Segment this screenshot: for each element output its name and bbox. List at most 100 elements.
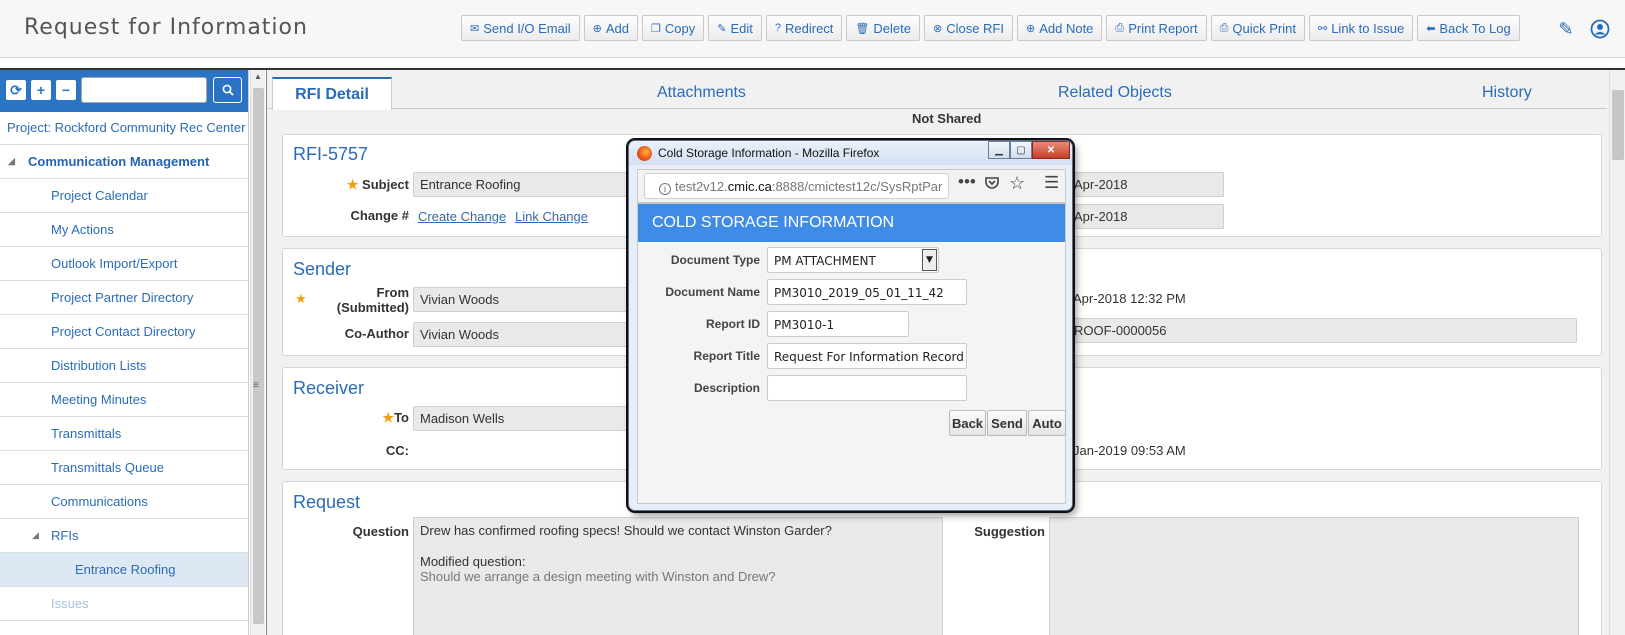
link-change-link[interactable]: Link Change: [515, 209, 588, 224]
create-change-link[interactable]: Create Change: [418, 209, 506, 224]
expand-all-icon[interactable]: +: [31, 80, 51, 100]
sidebar-item-transmittals[interactable]: Transmittals: [0, 417, 248, 451]
popup-titlebar[interactable]: Cold Storage Information - Mozilla Firef…: [629, 141, 1072, 165]
toolbar-button-label: Print Report: [1128, 20, 1198, 36]
tab-related-objects[interactable]: Related Objects: [1058, 77, 1172, 109]
sidebar-item-label: Distribution Lists: [51, 358, 147, 373]
to-label: ★To: [382, 410, 409, 425]
maximize-icon[interactable]: ▢: [1010, 141, 1032, 159]
sidebar-item-my-actions[interactable]: My Actions: [0, 213, 248, 247]
doc-name-field[interactable]: PM3010_2019_05_01_11_42: [767, 279, 967, 305]
main-scrollbar[interactable]: [1609, 70, 1625, 635]
toolbar-button-back-to-log[interactable]: ⬅ Back To Log: [1417, 15, 1520, 41]
toolbar-button-edit[interactable]: ✎ Edit: [708, 15, 762, 41]
coauthor-field[interactable]: Vivian Woods: [413, 322, 633, 347]
info-icon[interactable]: i: [659, 183, 671, 195]
toolbar-button-quick-print[interactable]: ⎙ Quick Print: [1210, 15, 1305, 41]
doc-type-select[interactable]: PM ATTACHMENT ▼: [767, 247, 939, 273]
sidebar-item-meeting-minutes[interactable]: Meeting Minutes: [0, 383, 248, 417]
sidebar-item-rfis[interactable]: ◢ RFIs: [0, 519, 248, 553]
sidebar-scrollbar[interactable]: ▲ ≡: [250, 70, 265, 635]
sidebar-scroll-thumb[interactable]: [253, 88, 264, 624]
toolbar-button-redirect[interactable]: ? Redirect: [765, 15, 843, 41]
toolbar-button-add-note[interactable]: ⊕ Add Note: [1016, 15, 1103, 41]
sidebar-item-outlook-import-export[interactable]: Outlook Import/Export: [0, 247, 248, 281]
description-field[interactable]: [767, 375, 967, 401]
tab-attachments[interactable]: Attachments: [657, 77, 746, 109]
bookmark-star-icon[interactable]: ☆: [1009, 173, 1025, 194]
sidebar-item-project-calendar[interactable]: Project Calendar: [0, 179, 248, 213]
sidebar-item-issues[interactable]: Issues: [0, 587, 248, 621]
sidebar-project[interactable]: Project: Rockford Community Rec Center: [0, 112, 248, 145]
toolbar-button-label: Add Note: [1039, 20, 1094, 36]
suggestion-field[interactable]: [1049, 517, 1579, 635]
toolbar-button-label: Edit: [730, 20, 753, 36]
toolbar-button-label: Copy: [664, 20, 696, 36]
close-icon[interactable]: ✕: [1032, 141, 1070, 159]
sidebar-item-communication-management[interactable]: ◢ Communication Management: [0, 145, 248, 179]
url-field[interactable]: i test2v12.cmic.ca:8888/cmictest12c/SysR…: [644, 173, 949, 199]
report-id-field[interactable]: PM3010-1: [767, 311, 909, 337]
auto-button[interactable]: Auto: [1028, 410, 1066, 436]
toolbar-button-label: Add: [605, 20, 630, 36]
tab-history[interactable]: History: [1482, 77, 1532, 109]
back-button[interactable]: Back: [949, 410, 986, 436]
question-field[interactable]: Drew has confirmed roofing specs! Should…: [413, 517, 943, 635]
pocket-icon[interactable]: [984, 175, 1000, 195]
minimize-icon[interactable]: ▁: [988, 141, 1010, 159]
envelope-icon: ✉: [470, 22, 480, 35]
receiver-title: Receiver: [293, 378, 365, 398]
collapse-all-icon[interactable]: −: [56, 80, 76, 100]
menu-icon[interactable]: ☰: [1044, 173, 1059, 193]
from-field[interactable]: Vivian Woods: [413, 287, 633, 312]
required-icon: ★: [346, 177, 359, 192]
send-button[interactable]: Send: [987, 410, 1027, 436]
toolbar-button-label: Close RFI: [946, 20, 1004, 36]
scroll-up-icon[interactable]: ▲: [254, 72, 262, 81]
rfi-due-date-field[interactable]: Apr-2018: [1067, 204, 1224, 229]
sidebar-item-communications[interactable]: Communications: [0, 485, 248, 519]
to-field[interactable]: Madison Wells: [413, 406, 633, 431]
sidebar-item-distribution-lists[interactable]: Distribution Lists: [0, 349, 248, 383]
refresh-icon[interactable]: ⟳: [6, 80, 26, 100]
more-actions-icon[interactable]: •••: [958, 172, 976, 192]
resize-grip-icon[interactable]: ≡: [253, 380, 259, 391]
toolbar-button-add[interactable]: ⊕ Add: [583, 15, 639, 41]
popup-window-title: Cold Storage Information - Mozilla Firef…: [658, 146, 880, 160]
reference-field[interactable]: ROOF-0000056: [1067, 318, 1577, 343]
request-title: Request: [293, 492, 361, 512]
sidebar-item-label: Project Calendar: [51, 188, 148, 203]
sidebar-item-label: Transmittals Queue: [51, 460, 164, 475]
report-title-field[interactable]: Request For Information Record: [767, 343, 967, 369]
sidebar-item-transmittals-queue[interactable]: Transmittals Queue: [0, 451, 248, 485]
printer-icon: ⎙: [1219, 21, 1229, 34]
toolbar-button-copy[interactable]: ❐ Copy: [642, 15, 705, 41]
link-icon: ⚯: [1317, 22, 1328, 35]
toolbar-button-link-to-issue[interactable]: ⚯ Link to Issue: [1308, 15, 1414, 41]
required-icon: ★: [295, 291, 307, 306]
sidebar-item-project-contact-directory[interactable]: Project Contact Directory: [0, 315, 248, 349]
sidebar-item-entrance-roofing[interactable]: Entrance Roofing: [0, 553, 248, 587]
user-icon[interactable]: [1589, 18, 1611, 40]
sidebar-item-project-partner-directory[interactable]: Project Partner Directory: [0, 281, 248, 315]
popup-heading: COLD STORAGE INFORMATION: [638, 204, 1065, 242]
subject-field[interactable]: Entrance Roofing: [413, 172, 633, 197]
expand-triangle-icon[interactable]: ◢: [8, 156, 15, 167]
toolbar-button-print-report[interactable]: ⎙ Print Report: [1106, 15, 1207, 41]
question-text: Drew has confirmed roofing specs! Should…: [420, 523, 832, 538]
toolbar-button-send-i-o-email[interactable]: ✉ Send I/O Email: [461, 15, 580, 41]
rfi-date-field[interactable]: Apr-2018: [1067, 172, 1224, 197]
search-icon[interactable]: [213, 77, 242, 103]
expand-triangle-icon[interactable]: ◢: [32, 530, 39, 541]
edit-icon[interactable]: ✎: [1555, 18, 1577, 40]
tab-rfi-detail[interactable]: RFI Detail: [272, 77, 392, 110]
main-scroll-thumb[interactable]: [1612, 90, 1624, 160]
toolbar-button-close-rfi[interactable]: ⊗ Close RFI: [923, 15, 1013, 41]
sidebar-item-label: Entrance Roofing: [75, 562, 176, 577]
toolbar-button-delete[interactable]: 🗑 Delete: [846, 15, 920, 41]
sidebar-search-input[interactable]: [81, 77, 207, 103]
trash-icon: 🗑: [855, 22, 870, 35]
doc-type-label: Document Type: [670, 253, 760, 267]
report-title-label: Report Title: [693, 349, 760, 363]
chevron-down-icon[interactable]: ▼: [922, 249, 937, 271]
